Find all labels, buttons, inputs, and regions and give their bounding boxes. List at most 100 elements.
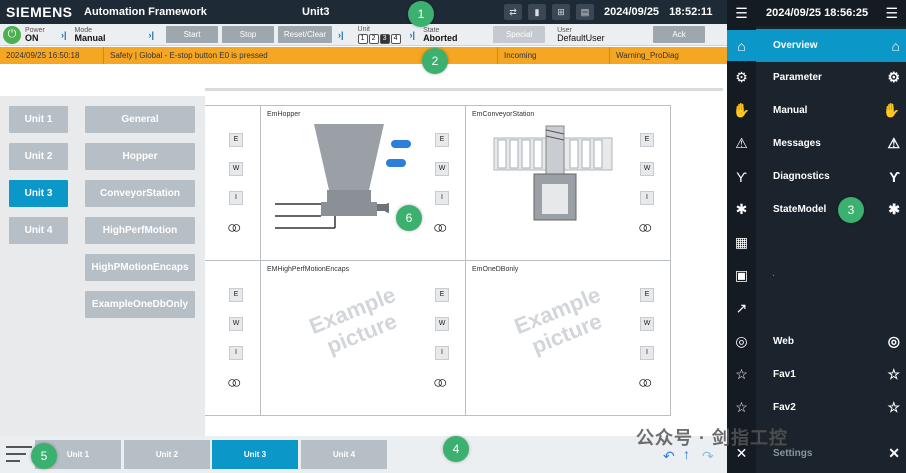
link-icon[interactable]: ○○ bbox=[227, 373, 241, 393]
e-button[interactable]: E bbox=[435, 288, 449, 302]
hamburger-icon[interactable]: ☰ bbox=[731, 3, 752, 24]
watermark: 公众号 · 剑指工控 bbox=[636, 428, 788, 448]
nav-panel: 2024/09/25 18:56:25 ☰ Overview ⌂ Paramete… bbox=[756, 0, 906, 473]
module-hopper-button[interactable]: Hopper bbox=[85, 143, 195, 170]
panel-unit-2-button[interactable]: Unit 2 bbox=[9, 143, 68, 170]
table-icon[interactable]: ▦ bbox=[731, 232, 752, 253]
unit-number[interactable]: 1 bbox=[357, 33, 368, 44]
unit-number[interactable]: 2 bbox=[368, 33, 379, 44]
star-icon[interactable]: ☆ bbox=[731, 397, 752, 418]
start-button[interactable]: Start bbox=[166, 26, 219, 43]
link-icon[interactable]: ○○ bbox=[433, 373, 447, 393]
nav-item-statemodel[interactable]: StateModel ✱ bbox=[756, 193, 906, 226]
nav-item-diagnostics[interactable]: Diagnostics ϒ bbox=[756, 160, 906, 193]
redo-icon[interactable]: ↷ bbox=[702, 448, 714, 465]
module-highperfmotion-button[interactable]: HighPerfMotion bbox=[85, 217, 195, 244]
link-icon[interactable]: ○○ bbox=[638, 373, 652, 393]
i-button[interactable]: I bbox=[229, 346, 243, 360]
parameter-icon[interactable]: ⚙ bbox=[731, 67, 752, 88]
nav-item-parameter[interactable]: Parameter ⚙ bbox=[756, 61, 906, 94]
e-button[interactable]: E bbox=[229, 288, 243, 302]
panel-unit-1-button[interactable]: Unit 1 bbox=[9, 106, 68, 133]
globe-icon[interactable]: ◎ bbox=[731, 331, 752, 352]
topology-icon[interactable]: ⊞ bbox=[552, 4, 570, 20]
bottom-unit-2-button[interactable]: Unit 2 bbox=[124, 440, 210, 469]
chevron-right-icon[interactable]: ›| bbox=[338, 30, 344, 40]
diagnostics-icon[interactable]: ϒ bbox=[731, 166, 752, 187]
i-button[interactable]: I bbox=[435, 346, 449, 360]
callout-marker: 4 bbox=[443, 436, 469, 462]
divider bbox=[205, 88, 723, 91]
statemodel-icon: ✱ bbox=[888, 201, 900, 217]
bottom-unit-3-button[interactable]: Unit 3 bbox=[212, 440, 298, 469]
bottom-unit-4-button[interactable]: Unit 4 bbox=[301, 440, 387, 469]
equipment-cell-onedb[interactable]: EmOneDBonly Example picture E W I ○○ bbox=[465, 260, 671, 416]
network-icon[interactable]: ⇄ bbox=[504, 4, 522, 20]
callout-marker: 1 bbox=[408, 1, 434, 27]
w-button[interactable]: W bbox=[435, 162, 449, 176]
messages-icon[interactable]: ⚠ bbox=[731, 133, 752, 154]
e-button[interactable]: E bbox=[229, 133, 243, 147]
module-exampleonedbonly-button[interactable]: ExampleOneDbOnly bbox=[85, 291, 195, 318]
nav-item-web[interactable]: Web ◎ bbox=[756, 325, 906, 358]
w-button[interactable]: W bbox=[229, 317, 243, 331]
home-icon: ⌂ bbox=[891, 37, 900, 54]
cell-title: EmHopper bbox=[267, 111, 301, 118]
link-icon[interactable]: ○○ bbox=[433, 218, 447, 238]
ack-button[interactable]: Ack bbox=[653, 26, 706, 43]
module-highpmotionencaps-button[interactable]: HighPMotionEncaps bbox=[85, 254, 195, 281]
w-button[interactable]: W bbox=[640, 317, 654, 331]
alarm-bar[interactable]: 2024/09/25 16:50:18 Safety | Global - E-… bbox=[0, 47, 727, 64]
star-icon[interactable]: ☆ bbox=[731, 364, 752, 385]
stop-button[interactable]: Stop bbox=[222, 26, 275, 43]
i-button[interactable]: I bbox=[640, 191, 654, 205]
nav-item-fav2[interactable]: Fav2 ☆ bbox=[756, 391, 906, 424]
link-icon[interactable]: ○○ bbox=[227, 218, 241, 238]
equipment-cell-conveyor[interactable]: EmConveyorStation E W I ○○ bbox=[465, 105, 671, 261]
i-button[interactable]: I bbox=[435, 191, 449, 205]
statemodel-icon[interactable]: ✱ bbox=[731, 199, 752, 220]
equipment-cell-highperf-encaps[interactable]: EMHighPerfMotionEncaps Example picture E … bbox=[260, 260, 466, 416]
unit-selector[interactable]: 1 2 3 4 bbox=[357, 33, 408, 44]
chevron-right-icon[interactable]: ›| bbox=[149, 30, 155, 40]
header-date: 2024/09/25 bbox=[604, 6, 660, 18]
module-conveyorstation-button[interactable]: ConveyorStation bbox=[85, 180, 195, 207]
module-general-button[interactable]: General bbox=[85, 106, 195, 133]
trend-icon[interactable]: ↗ bbox=[731, 298, 752, 319]
schedule-icon[interactable]: ▣ bbox=[731, 265, 752, 286]
e-button[interactable]: E bbox=[640, 133, 654, 147]
chevron-right-icon[interactable]: ›| bbox=[61, 30, 67, 40]
nav-item-fav1[interactable]: Fav1 ☆ bbox=[756, 358, 906, 391]
link-icon[interactable]: ○○ bbox=[638, 218, 652, 238]
print-icon[interactable]: ▤ bbox=[576, 4, 594, 20]
hand-icon[interactable]: ✋ bbox=[731, 100, 752, 121]
panel-unit-4-button[interactable]: Unit 4 bbox=[9, 217, 68, 244]
i-button[interactable]: I bbox=[640, 346, 654, 360]
power-icon[interactable]: ⏻ bbox=[3, 25, 21, 44]
special-button[interactable]: Special bbox=[493, 26, 546, 43]
i-button[interactable]: I bbox=[229, 191, 243, 205]
device-icon[interactable]: ▮ bbox=[528, 4, 546, 20]
example-picture-text: Example picture bbox=[510, 281, 606, 359]
e-button[interactable]: E bbox=[435, 133, 449, 147]
w-button[interactable]: W bbox=[640, 162, 654, 176]
undo-icon[interactable]: ↶ bbox=[663, 448, 675, 465]
alarm-class: Warning_ProDiag bbox=[616, 51, 679, 60]
nav-item-overview[interactable]: Overview ⌂ bbox=[756, 29, 906, 62]
w-button[interactable]: W bbox=[435, 317, 449, 331]
reset-clear-button[interactable]: Reset/Clear bbox=[278, 26, 333, 43]
nav-item-messages[interactable]: Messages ⚠ bbox=[756, 127, 906, 160]
chevron-right-icon[interactable]: ›| bbox=[410, 30, 416, 40]
panel-unit-3-button[interactable]: Unit 3 bbox=[9, 180, 68, 207]
w-button[interactable]: W bbox=[229, 162, 243, 176]
star-icon: ☆ bbox=[887, 399, 900, 415]
callout-marker: 5 bbox=[31, 443, 57, 469]
e-button[interactable]: E bbox=[640, 288, 654, 302]
hamburger-icon[interactable]: ☰ bbox=[885, 5, 898, 22]
unit-number[interactable]: 4 bbox=[390, 33, 401, 44]
menu-icon[interactable] bbox=[6, 446, 32, 462]
equipment-cell-hopper[interactable]: EmHopper E W I ○○ bbox=[260, 105, 466, 261]
unit-number-selected[interactable]: 3 bbox=[379, 33, 390, 44]
home-icon[interactable]: ⌂ bbox=[727, 30, 756, 61]
nav-item-manual[interactable]: Manual ✋ bbox=[756, 94, 906, 127]
